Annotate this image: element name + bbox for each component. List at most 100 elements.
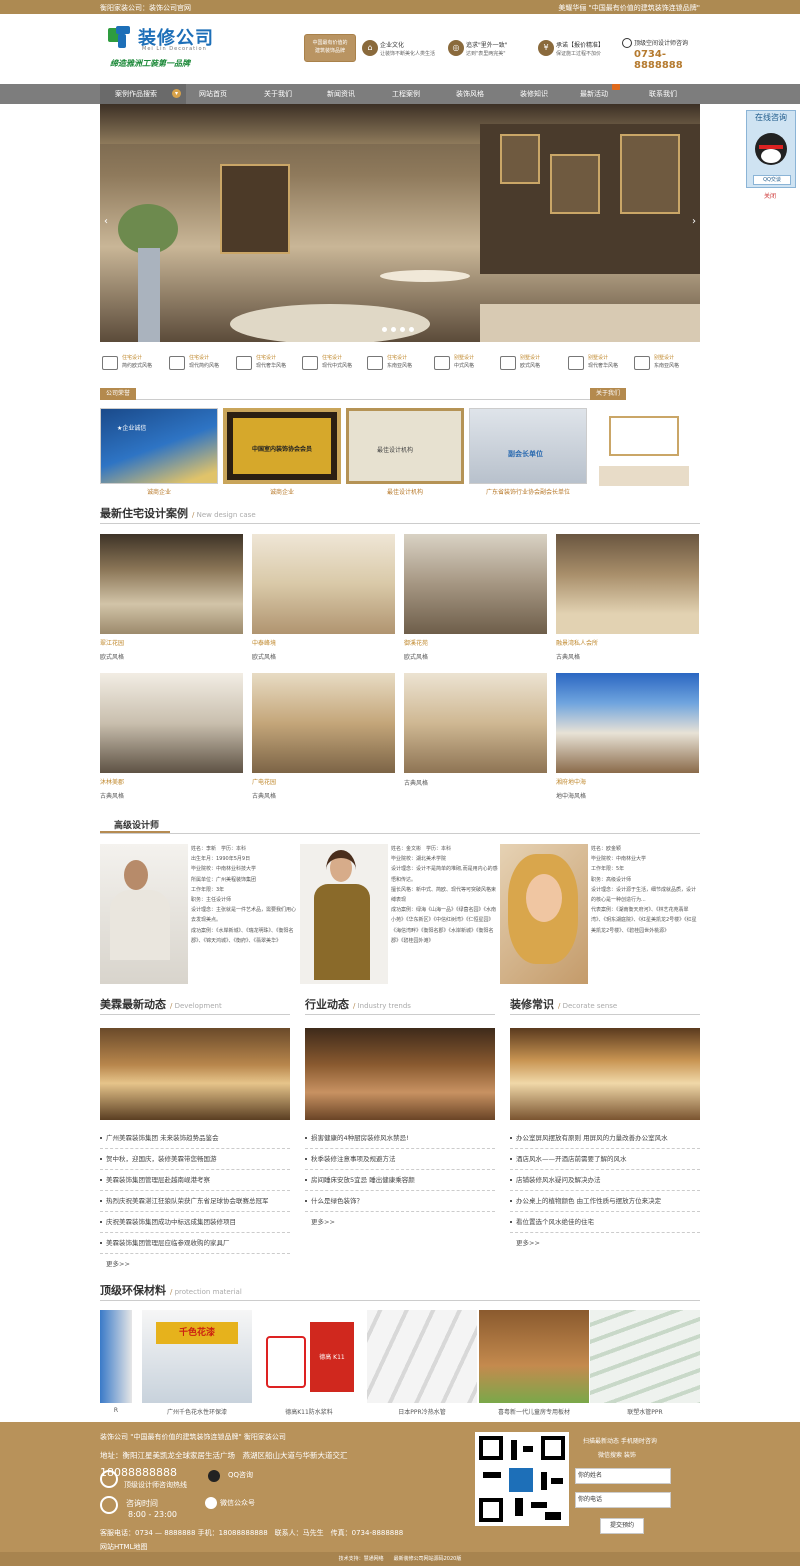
case-title[interactable]: 湘府地中海 (556, 777, 699, 786)
case-card[interactable]: 古典风格 (404, 673, 547, 787)
case-search-dropdown[interactable]: 案例作品搜索 ▾ (100, 84, 186, 104)
case-title[interactable]: 广电花园 (252, 777, 395, 786)
news-item[interactable]: 店铺装修风水疑问及解决办法 (510, 1170, 700, 1191)
footer-qq-link[interactable]: QQ咨询 (228, 1470, 253, 1480)
news-image[interactable] (100, 1028, 290, 1120)
honor-image[interactable]: 最佳设计机构 (346, 408, 464, 484)
news-item[interactable]: 办公室屏风摆放有原则 用屏风的力量改善办公室风水 (510, 1128, 700, 1149)
case-title[interactable]: 中泰峰境 (252, 638, 395, 647)
news-more-link[interactable]: 更多>> (305, 1212, 495, 1233)
qq-chat-button[interactable]: QQ交谈 (753, 175, 791, 185)
case-card[interactable]: 融景湾私人会所 古典风格 (556, 534, 699, 661)
news-image[interactable] (305, 1028, 495, 1120)
news-item[interactable]: 热烈庆祝美霖湛江狂狼队荣获广东省足球协会联赛总冠军 (100, 1191, 290, 1212)
honor-image[interactable]: ★企业诚信 (100, 408, 218, 484)
material-card[interactable]: 喜粤新一代儿童房专用板材 (479, 1310, 589, 1422)
news-item[interactable]: 贺中秋，迎国庆，装修美霖带您畅国游 (100, 1149, 290, 1170)
honor-image[interactable]: 副会长单位 (469, 408, 587, 484)
material-caption[interactable]: 德高K11防水浆料 (254, 1407, 364, 1416)
case-card[interactable]: 沐林美郡 古典风格 (100, 673, 243, 800)
honor-caption[interactable]: 诚商企业 (100, 487, 218, 496)
case-card[interactable]: 翠江花园 欧式风格 (100, 534, 243, 661)
style-item[interactable]: 住宅设计 现代中式风格 (300, 352, 366, 378)
news-item[interactable]: 办公桌上的植物颜色 由工作性质与摆放方位来决定 (510, 1191, 700, 1212)
style-item[interactable]: 别墅设计 东南亚风格 (632, 352, 698, 378)
news-list: 办公室屏风摆放有原则 用屏风的力量改善办公室风水 酒店风水——开酒店前需要了解的… (510, 1128, 700, 1254)
banner-next-icon[interactable]: › (692, 216, 696, 227)
material-card[interactable]: R (100, 1310, 132, 1422)
style-item[interactable]: 住宅设计 东南亚风格 (365, 352, 431, 378)
honor-image[interactable]: 中国室内装饰协会会员 (223, 408, 341, 484)
material-card[interactable]: 日本PPR冷热水管 (367, 1310, 477, 1422)
designer-card[interactable]: 姓名：金文彬 学历：本科 毕业院校：湖北美术学院 设计理念：设计不是简单的堆砌,而是… (300, 842, 500, 984)
name-input[interactable]: 你的姓名 (575, 1468, 671, 1484)
material-caption[interactable]: 广州千色花水性环保漆 (142, 1407, 252, 1416)
designer-card[interactable]: 姓名：欧金颖 毕业院校：中南林业大学 工作年限：5年 职务：高级设计师 设计理念：设计源… (500, 842, 700, 984)
case-title[interactable]: 沐林美郡 (100, 777, 243, 786)
nav-styles[interactable]: 装饰风格 (447, 84, 493, 104)
material-card[interactable]: 德高 K11 德高K11防水浆料 (254, 1310, 364, 1422)
news-image[interactable] (510, 1028, 700, 1120)
style-item[interactable]: 住宅设计 简约欧式风格 (100, 352, 166, 378)
footer-company: 装饰公司 "中国最有价值的建筑装饰连锁品牌" 衡阳家装公司 (100, 1433, 286, 1441)
honor-caption[interactable]: 广东省装饰行业协会副会长单位 (469, 487, 587, 496)
nav-news[interactable]: 新闻资讯 (318, 84, 364, 104)
case-title[interactable]: 御溪花苑 (404, 638, 547, 647)
about-tag[interactable]: 关于我们 (590, 388, 627, 400)
banner-sofa (480, 304, 700, 342)
footer-wechat[interactable]: 微信公众号 (220, 1498, 255, 1508)
news-item[interactable]: 酒店风水——开酒店前需要了解的风水 (510, 1149, 700, 1170)
style-item[interactable]: 别墅设计 欧式风格 (498, 352, 564, 378)
news-item[interactable]: 房间睡床安放5宜忌 睡出健康乘容颜 (305, 1170, 495, 1191)
nav-contact[interactable]: 联系我们 (640, 84, 686, 104)
qq-close-link[interactable]: 关闭 (764, 191, 776, 200)
style-item[interactable]: 住宅设计 现代奢华风格 (234, 352, 300, 378)
designer-card[interactable]: 姓名：李新 学历：本科 出生年月：1990年5月9日 毕业院校：中南林业科技大学 所属… (100, 842, 300, 984)
material-caption[interactable]: 日本PPR冷热水管 (367, 1407, 477, 1416)
news-item[interactable]: 秋季装修注意事项及规避方法 (305, 1149, 495, 1170)
news-item[interactable]: 广州美霖装饰集团 未来装饰趋势品鉴会 (100, 1128, 290, 1149)
nav-about[interactable]: 关于我们 (255, 84, 301, 104)
hero-banner[interactable]: ‹ › (100, 104, 700, 342)
case-card[interactable]: 广电花园 古典风格 (252, 673, 395, 800)
news-item[interactable]: 美霖装饰集团管理层应临参观收购的家具厂 (100, 1233, 290, 1254)
nav-knowledge[interactable]: 装修知识 (511, 84, 557, 104)
news-more-link[interactable]: 更多>> (510, 1233, 700, 1254)
case-card[interactable]: 湘府地中海 地中海风格 (556, 673, 699, 800)
banner-dots[interactable] (380, 326, 420, 334)
submit-button[interactable]: 提交预约 (600, 1518, 644, 1534)
nav-home[interactable]: 网站首页 (190, 84, 236, 104)
honor-tag: 公司荣誉 (100, 388, 137, 400)
footer: 装饰公司 "中国最有价值的建筑装饰连锁品牌" 衡阳家装公司 地址：衡阳江星美凯龙… (0, 1422, 800, 1566)
news-item[interactable]: 什么是绿色装饰？ (305, 1191, 495, 1212)
about-image[interactable] (589, 406, 700, 494)
style-item[interactable]: 别墅设计 中式风格 (432, 352, 498, 378)
case-card[interactable]: 中泰峰境 欧式风格 (252, 534, 395, 661)
case-card[interactable]: 御溪花苑 欧式风格 (404, 534, 547, 661)
chevron-down-icon: ▾ (172, 89, 181, 98)
material-caption[interactable]: 喜粤新一代儿童房专用板材 (479, 1407, 589, 1416)
honor-caption[interactable]: 最佳设计机构 (346, 487, 464, 496)
nav-cases[interactable]: 工程案例 (383, 84, 429, 104)
material-card[interactable]: 联塑水管PPR (590, 1310, 700, 1422)
material-caption[interactable]: 联塑水管PPR (590, 1407, 700, 1416)
header-phone[interactable]: 顶级空间设计师咨询 0734-8888888 (622, 38, 712, 71)
style-item[interactable]: 别墅设计 现代奢华风格 (566, 352, 632, 378)
news-item[interactable]: 看位置选个风水绝佳的住宅 (510, 1212, 700, 1233)
footer-sitemap-link[interactable]: 网站HTML地图 (100, 1542, 147, 1552)
news-more-link[interactable]: 更多>> (100, 1254, 290, 1275)
banner-prev-icon[interactable]: ‹ (104, 216, 108, 227)
case-title[interactable]: 融景湾私人会所 (556, 638, 699, 647)
qq-float-panel[interactable]: 在线咨询 QQ交谈 (746, 110, 796, 188)
honor-caption[interactable]: 诚商企业 (223, 487, 341, 496)
nav-events[interactable]: 最新活动 (571, 84, 617, 104)
style-item[interactable]: 住宅设计 现代简约风格 (167, 352, 233, 378)
case-title[interactable]: 翠江花园 (100, 638, 243, 647)
logo[interactable]: 装修公司 Mei Lin Decoration 缔造雅洲工装第一品牌 (108, 22, 218, 70)
qr-code (475, 1432, 569, 1526)
phone-input[interactable]: 你的电话 (575, 1492, 671, 1508)
news-item[interactable]: 美霖装饰集团管理层赴越南岘港考察 (100, 1170, 290, 1191)
news-item[interactable]: 庆祝美霖装饰集团成功中标远成集团装修项目 (100, 1212, 290, 1233)
news-item[interactable]: 损害健康的4种厨房装修风水禁忌! (305, 1128, 495, 1149)
material-card[interactable]: 千色花漆 广州千色花水性环保漆 (142, 1310, 252, 1422)
